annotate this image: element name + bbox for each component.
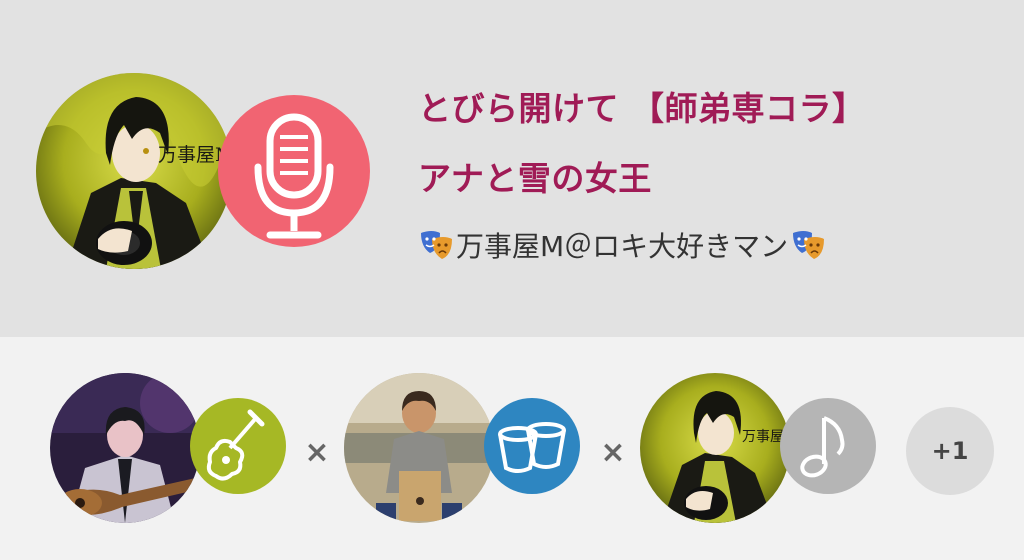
main-user-avatar[interactable]	[36, 73, 232, 269]
guitar-badge	[190, 398, 286, 494]
song-title[interactable]: とびら開けて 【師弟専コラ】	[418, 82, 866, 130]
more-collaborators-button[interactable]: +1	[906, 407, 994, 495]
theater-masks-icon	[418, 227, 454, 263]
microphone-icon	[254, 113, 334, 239]
artist-row[interactable]: 万事屋M＠ロキ大好きマン	[418, 225, 826, 265]
collaborator-avatar-cajon[interactable]	[344, 373, 494, 523]
microphone-badge	[218, 95, 370, 247]
artist-name: 万事屋M＠ロキ大好きマン	[456, 230, 789, 263]
theater-masks-icon	[790, 227, 826, 263]
collab-separator: ×	[304, 435, 330, 470]
drum-badge	[484, 398, 580, 494]
collaborator-avatar-guitar[interactable]	[50, 373, 200, 523]
drum-icon	[498, 422, 566, 473]
collab-separator: ×	[600, 435, 626, 470]
collaborator-avatar-vocal[interactable]	[640, 373, 790, 523]
song-subtitle[interactable]: アナと雪の女王	[418, 152, 652, 200]
music-note-icon	[800, 416, 845, 478]
guitar-icon	[206, 409, 265, 481]
note-badge	[780, 398, 876, 494]
